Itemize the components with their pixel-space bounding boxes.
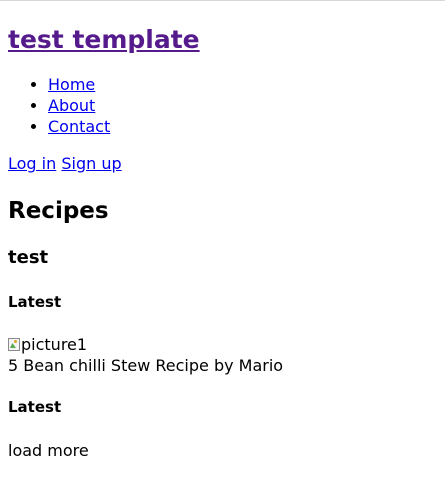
top-border [0,0,445,1]
auth-links: Log in Sign up [8,153,122,174]
load-more-button[interactable]: load more [8,440,89,461]
recipe-caption: 5 Bean chilli Stew Recipe by Mario [8,356,284,375]
recipes-heading: Recipes [8,198,109,224]
subtitle-heading: test [8,247,49,268]
latest-heading: Latest [8,293,62,311]
latest-heading-secondary: Latest [8,398,62,416]
login-link[interactable]: Log in [8,154,56,173]
nav-item-about: About [48,95,110,116]
nav-item-contact: Contact [48,116,110,137]
nav-link-about[interactable]: About [48,96,95,115]
main-nav: Home About Contact [8,74,110,137]
nav-item-home: Home [48,74,110,95]
nav-link-contact[interactable]: Contact [48,117,110,136]
broken-image-icon [8,337,20,351]
site-title-link[interactable]: test template [8,25,200,54]
recipe-image-alt: picture1 [21,334,88,354]
site-title: test template [8,25,200,54]
recipe-image[interactable]: picture1 [8,333,87,355]
signup-link[interactable]: Sign up [61,154,121,173]
nav-link-home[interactable]: Home [48,75,95,94]
